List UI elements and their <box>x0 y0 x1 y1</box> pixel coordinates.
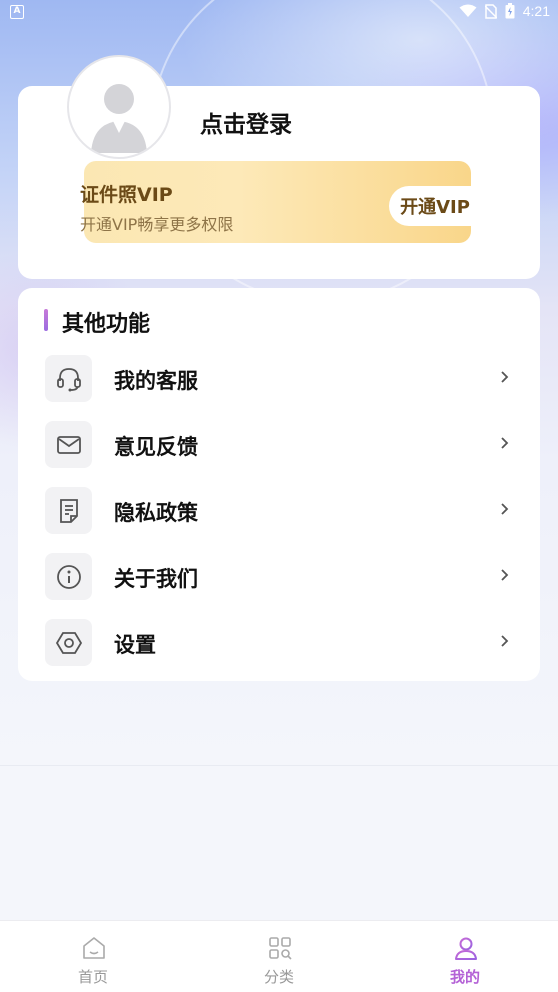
nav-label: 分类 <box>263 968 294 986</box>
menu-item-about-us[interactable]: 关于我们 <box>18 551 540 617</box>
nav-label: 我的 <box>449 968 480 986</box>
menu-item-settings[interactable]: 设置 <box>18 617 540 683</box>
vip-title: 证件照VIP <box>80 184 173 206</box>
settings-icon <box>45 619 92 666</box>
nav-label: 首页 <box>77 968 108 986</box>
nav-category[interactable]: 分类 <box>219 921 339 992</box>
chevron-right-icon <box>501 635 509 647</box>
battery-icon <box>505 3 515 19</box>
mail-icon <box>45 421 92 468</box>
menu-label: 关于我们 <box>114 567 198 591</box>
default-avatar-icon <box>91 84 147 153</box>
open-vip-button[interactable]: 开通VIP <box>389 186 481 226</box>
menu-item-privacy-policy[interactable]: 隐私政策 <box>18 485 540 551</box>
clock: 4:21 <box>522 3 550 19</box>
wifi-icon <box>459 4 477 17</box>
info-icon <box>45 553 92 600</box>
section-title: 其他功能 <box>62 312 151 337</box>
document-icon <box>45 487 92 534</box>
status-bar: A 4:21 <box>0 0 558 24</box>
vip-subtitle: 开通VIP畅享更多权限 <box>80 215 234 234</box>
chevron-right-icon <box>501 503 509 515</box>
user-icon <box>455 937 477 960</box>
no-sim-icon <box>484 3 497 19</box>
chevron-right-icon <box>501 371 509 383</box>
home-icon <box>83 937 105 959</box>
section-accent-bar <box>44 309 48 331</box>
nav-mine[interactable]: 我的 <box>405 921 525 992</box>
menu-label: 意见反馈 <box>114 435 198 459</box>
bottom-nav: 首页 分类 我的 <box>0 920 558 992</box>
notification-icon: A <box>10 5 24 19</box>
menu-item-customer-service[interactable]: 我的客服 <box>18 353 540 419</box>
chevron-right-icon <box>501 569 509 581</box>
status-icons: 4:21 <box>459 3 550 19</box>
category-icon <box>269 937 292 960</box>
menu-label: 我的客服 <box>114 369 198 393</box>
login-link[interactable]: 点击登录 <box>200 105 292 139</box>
menu-item-feedback[interactable]: 意见反馈 <box>18 419 540 485</box>
headset-icon <box>45 355 92 402</box>
chevron-right-icon <box>501 437 509 449</box>
menu-label: 隐私政策 <box>114 501 198 525</box>
menu-label: 设置 <box>114 633 156 657</box>
divider <box>0 765 558 766</box>
avatar[interactable] <box>67 55 171 159</box>
nav-home[interactable]: 首页 <box>33 921 153 992</box>
